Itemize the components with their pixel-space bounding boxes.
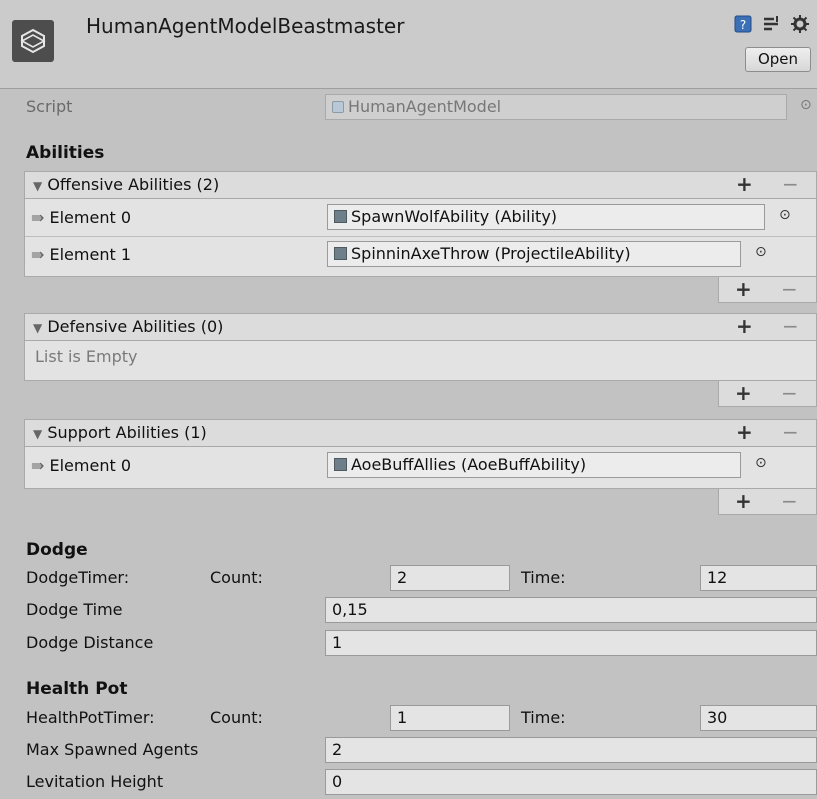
max-spawned-agents-label: Max Spawned Agents xyxy=(26,740,199,759)
script-field[interactable]: HumanAgentModel xyxy=(325,94,787,120)
ability-value: AoeBuffAllies (AoeBuffAbility) xyxy=(351,455,587,474)
element-label: Element 1 xyxy=(49,245,132,264)
abilities-section-title: Abilities xyxy=(26,143,105,163)
dodge-duration-field[interactable]: 0,15 xyxy=(325,597,817,623)
offensive-abilities-label: Offensive Abilities (2) xyxy=(47,175,220,194)
support-abilities-header[interactable]: ▼ Support Abilities (1) + − xyxy=(24,419,817,447)
remove-element-button[interactable]: − xyxy=(782,420,799,444)
drag-handle-icon[interactable]: ⇛ xyxy=(31,456,44,475)
list-item: ⇛ Element 0 AoeBuffAllies (AoeBuffAbilit… xyxy=(25,447,816,487)
support-abilities-label: Support Abilities (1) xyxy=(47,423,207,442)
health-pot-time-field[interactable]: 30 xyxy=(700,705,817,731)
scriptable-object-icon xyxy=(334,458,347,471)
object-picker-icon[interactable]: ⊙ xyxy=(755,455,767,471)
ability-value: SpinninAxeThrow (ProjectileAbility) xyxy=(351,244,631,263)
add-element-button[interactable]: + xyxy=(735,381,752,405)
remove-element-button[interactable]: − xyxy=(782,172,799,196)
levitation-height-field[interactable]: 0 xyxy=(325,769,817,795)
element-label: Element 0 xyxy=(49,208,132,227)
health-pot-count-field[interactable]: 1 xyxy=(390,705,510,731)
add-element-button[interactable]: + xyxy=(735,489,752,513)
gear-icon[interactable] xyxy=(790,14,810,34)
dodge-section-title: Dodge xyxy=(26,540,88,560)
add-element-button[interactable]: + xyxy=(735,277,752,301)
drag-handle-icon[interactable]: ⇛ xyxy=(31,245,44,264)
foldout-arrow-icon[interactable]: ▼ xyxy=(33,321,42,335)
dodge-count-field[interactable]: 2 xyxy=(390,565,510,591)
dodge-count-label: Count: xyxy=(210,568,263,587)
add-element-button[interactable]: + xyxy=(736,420,753,444)
ability-object-field[interactable]: AoeBuffAllies (AoeBuffAbility) xyxy=(327,452,741,478)
levitation-height-label: Levitation Height xyxy=(26,772,164,791)
object-picker-icon[interactable]: ⊙ xyxy=(800,97,812,113)
open-button[interactable]: Open xyxy=(745,47,811,72)
remove-element-button[interactable]: − xyxy=(782,314,799,338)
script-value: HumanAgentModel xyxy=(348,97,502,116)
drag-handle-icon[interactable]: ⇛ xyxy=(31,208,44,227)
element-label: Element 0 xyxy=(49,456,132,475)
script-label: Script xyxy=(26,97,73,116)
object-picker-icon[interactable]: ⊙ xyxy=(755,244,767,260)
add-element-button[interactable]: + xyxy=(736,314,753,338)
defensive-abilities-label: Defensive Abilities (0) xyxy=(47,317,224,336)
health-pot-section-title: Health Pot xyxy=(26,679,128,699)
list-item: ⇛ Element 0 SpawnWolfAbility (Ability) ⊙ xyxy=(25,199,816,235)
health-pot-time-label: Time: xyxy=(521,708,566,727)
defensive-abilities-header[interactable]: ▼ Defensive Abilities (0) + − xyxy=(24,313,817,341)
object-picker-icon[interactable]: ⊙ xyxy=(779,207,791,223)
presets-icon[interactable] xyxy=(762,14,782,34)
dodge-timer-label: DodgeTimer: xyxy=(26,568,130,587)
offensive-list-footer: + − xyxy=(718,277,817,303)
scriptable-object-icon xyxy=(334,210,347,223)
add-element-button[interactable]: + xyxy=(736,172,753,196)
remove-element-button[interactable]: − xyxy=(781,489,798,513)
ability-object-field[interactable]: SpinninAxeThrow (ProjectileAbility) xyxy=(327,241,741,267)
support-list-footer: + − xyxy=(718,489,817,515)
list-item: ⇛ Element 1 SpinninAxeThrow (ProjectileA… xyxy=(25,236,816,275)
ability-value: SpawnWolfAbility (Ability) xyxy=(351,207,558,226)
defensive-list-footer: + − xyxy=(718,381,817,407)
foldout-arrow-icon[interactable]: ▼ xyxy=(33,179,42,193)
svg-text:?: ? xyxy=(740,18,746,32)
dodge-distance-label: Dodge Distance xyxy=(26,633,154,652)
foldout-arrow-icon[interactable]: ▼ xyxy=(33,427,42,441)
support-abilities-list: ⇛ Element 0 AoeBuffAllies (AoeBuffAbilit… xyxy=(24,447,817,489)
empty-list-text: List is Empty xyxy=(35,347,138,366)
offensive-abilities-list: ⇛ Element 0 SpawnWolfAbility (Ability) ⊙… xyxy=(24,199,817,277)
remove-element-button[interactable]: − xyxy=(781,381,798,405)
defensive-abilities-list: List is Empty xyxy=(24,341,817,381)
dodge-time-label: Time: xyxy=(521,568,566,587)
scriptable-object-icon xyxy=(334,247,347,260)
ability-object-field[interactable]: SpawnWolfAbility (Ability) xyxy=(327,204,765,230)
help-book-icon[interactable]: ? xyxy=(733,14,753,34)
health-pot-count-label: Count: xyxy=(210,708,263,727)
remove-element-button[interactable]: − xyxy=(781,277,798,301)
script-file-icon xyxy=(332,101,344,113)
dodge-distance-field[interactable]: 1 xyxy=(325,630,817,656)
offensive-abilities-header[interactable]: ▼ Offensive Abilities (2) + − xyxy=(24,171,817,199)
max-spawned-agents-field[interactable]: 2 xyxy=(325,737,817,763)
dodge-time-field[interactable]: 12 xyxy=(700,565,817,591)
unity-logo-icon xyxy=(12,20,54,62)
health-pot-timer-label: HealthPotTimer: xyxy=(26,708,155,727)
dodge-duration-label: Dodge Time xyxy=(26,600,123,619)
object-title: HumanAgentModelBeastmaster xyxy=(86,14,405,38)
